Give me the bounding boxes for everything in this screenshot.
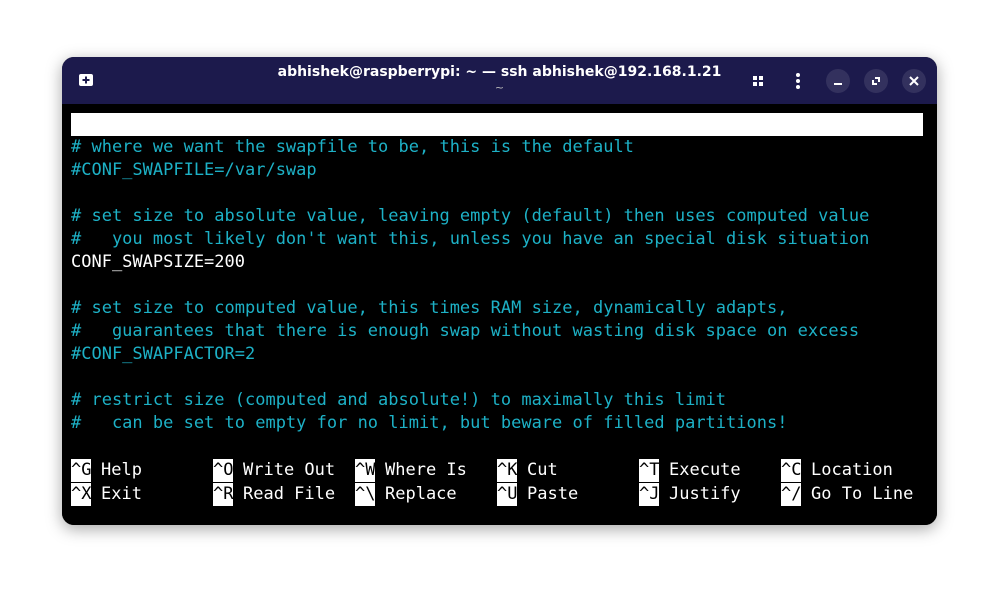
editor-line[interactable]: #CONF_SWAPFACTOR=2 — [71, 343, 255, 366]
shortcut-label: Read File — [243, 484, 336, 504]
shortcut-label: Cut — [527, 460, 558, 480]
shortcut-key: ^O — [213, 459, 234, 482]
shortcut-go-to-line[interactable]: ^/ Go To Line — [781, 483, 913, 506]
shortcut-label: Write Out — [243, 460, 336, 480]
editor-line[interactable]: # guarantees that there is enough swap w… — [71, 320, 859, 343]
shortcut-label: Execute — [669, 460, 741, 480]
editor-line[interactable]: # set size to absolute value, leaving em… — [71, 205, 869, 228]
shortcut-write-out[interactable]: ^O Write Out — [213, 459, 335, 482]
shortcut-key: ^K — [497, 459, 518, 482]
shortcut-exit[interactable]: ^X Exit — [71, 483, 142, 506]
grid-icon[interactable] — [746, 69, 770, 93]
shortcut-key: ^\ — [355, 483, 376, 506]
terminal-window: abhishek@raspberrypi: ~ — ssh abhishek@1… — [62, 57, 937, 525]
restore-icon[interactable] — [864, 69, 888, 93]
shortcut-key: ^X — [71, 483, 92, 506]
editor-line[interactable]: # set size to computed value, this times… — [71, 297, 787, 320]
shortcut-label: Location — [811, 460, 893, 480]
shortcut-label: Exit — [101, 484, 142, 504]
shortcut-label: Paste — [527, 484, 579, 504]
terminal-area[interactable]: GNU nano 7.2 /etc/dphys-swapfile * # whe… — [62, 104, 937, 525]
nano-header: GNU nano 7.2 /etc/dphys-swapfile * — [71, 113, 923, 180]
editor-line[interactable]: CONF_SWAPSIZE=200 — [71, 251, 245, 274]
shortcut-read-file[interactable]: ^R Read File — [213, 483, 335, 506]
close-icon[interactable] — [902, 69, 926, 93]
shortcut-justify[interactable]: ^J Justify — [639, 483, 741, 506]
editor-line[interactable]: # can be set to empty for no limit, but … — [71, 412, 787, 435]
nano-filename: /etc/dphys-swapfile * — [427, 160, 642, 180]
shortcut-key: ^G — [71, 459, 92, 482]
title-bar[interactable]: abhishek@raspberrypi: ~ — ssh abhishek@1… — [62, 57, 937, 104]
editor-line[interactable]: #CONF_SWAPFILE=/var/swap — [71, 159, 317, 182]
shortcut-label: Where Is — [385, 460, 467, 480]
shortcut-key: ^R — [213, 483, 234, 506]
shortcut-key: ^T — [639, 459, 660, 482]
shortcut-key: ^W — [355, 459, 376, 482]
shortcut-execute[interactable]: ^T Execute — [639, 459, 741, 482]
shortcut-key: ^C — [781, 459, 802, 482]
shortcut-label: Justify — [669, 484, 741, 504]
kebab-menu-icon[interactable] — [786, 69, 810, 93]
shortcut-where-is[interactable]: ^W Where Is — [355, 459, 467, 482]
shortcut-label: Go To Line — [811, 484, 914, 504]
shortcut-replace[interactable]: ^\ Replace — [355, 483, 457, 506]
shortcut-cut[interactable]: ^K Cut — [497, 459, 558, 482]
shortcut-key: ^/ — [781, 483, 802, 506]
minimize-icon[interactable] — [826, 69, 850, 93]
shortcut-label: Help — [101, 460, 142, 480]
shortcut-key: ^J — [639, 483, 660, 506]
shortcut-label: Replace — [385, 484, 457, 504]
shortcut-location[interactable]: ^C Location — [781, 459, 893, 482]
shortcut-key: ^U — [497, 483, 518, 506]
shortcut-help[interactable]: ^G Help — [71, 459, 142, 482]
editor-line[interactable]: # restrict size (computed and absolute!)… — [71, 389, 726, 412]
editor-line[interactable]: # where we want the swapfile to be, this… — [71, 136, 634, 159]
editor-line[interactable]: # you most likely don't want this, unles… — [71, 228, 869, 251]
shortcut-paste[interactable]: ^U Paste — [497, 483, 578, 506]
